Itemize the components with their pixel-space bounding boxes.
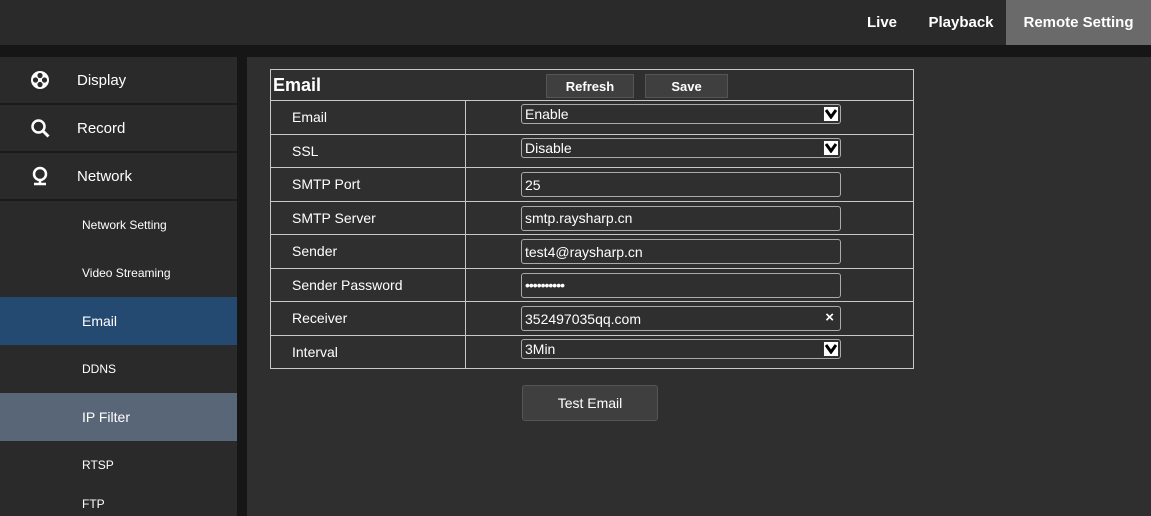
test-email-button[interactable]: Test Email <box>522 385 658 421</box>
ssl-select[interactable]: Disable <box>521 137 841 158</box>
save-button[interactable]: Save <box>645 74 728 98</box>
top-nav: Live Playback Remote Setting <box>848 0 1151 45</box>
chevron-down-icon <box>823 106 839 122</box>
nav-remote-setting[interactable]: Remote Setting <box>1006 0 1151 45</box>
nav-live[interactable]: Live <box>848 0 916 45</box>
display-icon <box>27 69 52 91</box>
smtp-server-label: SMTP Server <box>271 201 466 234</box>
email-settings-panel: Email Refresh Save Email Enable SSL Disa… <box>270 69 914 369</box>
smtp-port-label: SMTP Port <box>271 168 466 201</box>
receiver-value: 352497035qq.com <box>525 310 641 327</box>
search-icon <box>27 117 52 139</box>
email-select[interactable]: Enable <box>521 104 841 124</box>
sidebar-item-label: Display <box>77 71 127 89</box>
sidebar: Display Record Network Network Setting V… <box>0 57 237 516</box>
interval-select[interactable]: 3Min <box>521 338 841 359</box>
receiver-input[interactable]: 352497035qq.com × <box>521 306 841 331</box>
sidebar-item-video-streaming[interactable]: Video Streaming <box>0 249 237 297</box>
sidebar-item-ddns[interactable]: DDNS <box>0 345 237 393</box>
sidebar-item-display[interactable]: Display <box>0 57 237 105</box>
sidebar-item-email[interactable]: Email <box>0 297 237 345</box>
sidebar-divider <box>237 57 247 516</box>
nav-playback[interactable]: Playback <box>916 0 1006 45</box>
email-select-value: Enable <box>525 106 569 122</box>
settings-row: Sender Password •••••••••• <box>271 268 913 302</box>
sidebar-item-network-setting[interactable]: Network Setting <box>0 201 237 249</box>
chevron-down-icon <box>823 139 839 156</box>
settings-row: SMTP Server smtp.raysharp.cn <box>271 201 913 235</box>
sender-input[interactable]: test4@raysharp.cn <box>521 239 841 264</box>
interval-select-value: 3Min <box>525 340 556 357</box>
chevron-down-icon <box>823 340 839 357</box>
ssl-select-value: Disable <box>525 139 572 156</box>
ssl-label: SSL <box>271 134 466 167</box>
smtp-port-input[interactable]: 25 <box>521 172 841 197</box>
page-title: Email <box>273 75 322 95</box>
settings-row: Interval 3Min <box>271 335 913 369</box>
settings-row: SSL Disable <box>271 134 913 168</box>
settings-row: Email Enable <box>271 101 913 135</box>
sidebar-item-label: Record <box>77 119 126 137</box>
top-divider <box>0 45 1151 57</box>
sidebar-item-rtsp[interactable]: RTSP <box>0 441 237 489</box>
panel-header: Email Refresh Save <box>271 70 913 101</box>
receiver-label: Receiver <box>271 302 466 335</box>
settings-row: Sender test4@raysharp.cn <box>271 235 913 269</box>
sender-password-label: Sender Password <box>271 268 466 301</box>
network-icon <box>27 165 52 187</box>
sidebar-item-ip-filter[interactable]: IP Filter <box>0 393 237 441</box>
settings-row: Receiver 352497035qq.com × <box>271 302 913 336</box>
top-bar: Live Playback Remote Setting <box>0 0 1151 45</box>
sidebar-item-ftp[interactable]: FTP <box>0 489 237 511</box>
sidebar-item-record[interactable]: Record <box>0 105 237 153</box>
settings-row: SMTP Port 25 <box>271 168 913 202</box>
smtp-server-input[interactable]: smtp.raysharp.cn <box>521 205 841 231</box>
sidebar-item-network[interactable]: Network <box>0 153 237 201</box>
interval-label: Interval <box>271 335 466 369</box>
sender-password-input[interactable]: •••••••••• <box>521 272 841 298</box>
sender-label: Sender <box>271 235 466 268</box>
sidebar-item-label: Network <box>77 167 133 185</box>
email-label: Email <box>271 101 466 134</box>
clear-icon[interactable]: × <box>825 309 834 326</box>
refresh-button[interactable]: Refresh <box>546 74 634 98</box>
